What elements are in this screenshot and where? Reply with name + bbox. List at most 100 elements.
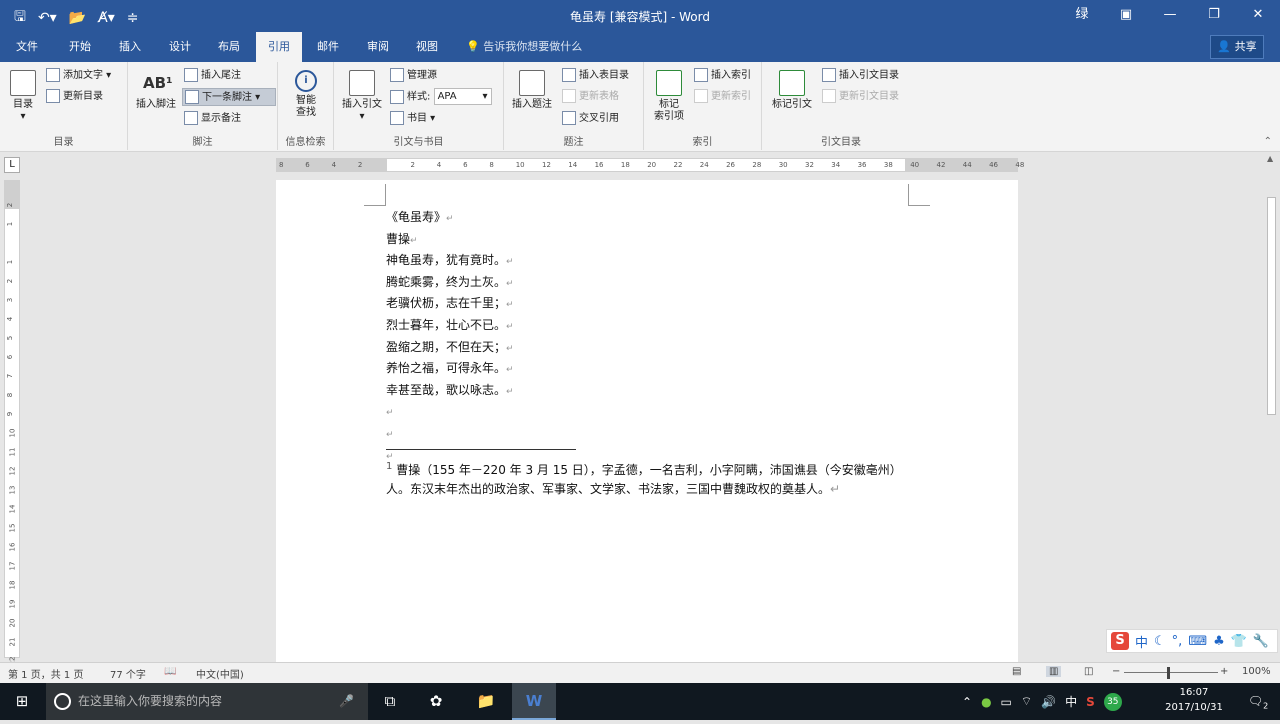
document-line[interactable]: 幸甚至哉，歌以咏志。↵: [386, 381, 514, 403]
insert-table-of-figures-button[interactable]: 插入表目录: [560, 67, 629, 85]
cross-reference-button[interactable]: 交叉引用: [560, 110, 619, 128]
share-button[interactable]: 👤 共享: [1210, 35, 1264, 59]
scroll-up-icon[interactable]: ▲: [1267, 154, 1273, 163]
show-hidden-icon[interactable]: ⌃: [962, 695, 972, 709]
add-text-button[interactable]: 添加文字 ▾: [44, 67, 111, 85]
search-box[interactable]: 在这里输入你要搜索的内容 🎤: [46, 683, 368, 720]
tray-app-icon[interactable]: ●: [981, 695, 991, 709]
ruler-tick: 42: [936, 161, 946, 169]
document-line[interactable]: 烈士暮年，壮心不已。↵: [386, 316, 514, 338]
group-toc: 目录 ▾ 添加文字 ▾ 更新目录 目录: [0, 62, 128, 150]
tab-references[interactable]: 引用: [256, 32, 302, 63]
ime-toolbar[interactable]: S 中 ☾ °, ⌨ ♣ 👕 🔧: [1106, 629, 1278, 653]
insert-toa-button[interactable]: 插入引文目录: [820, 67, 899, 85]
tab-layout[interactable]: 布局: [207, 32, 251, 62]
ruler-tick: 8: [489, 161, 494, 169]
moon-icon[interactable]: ☾: [1154, 634, 1166, 649]
insert-footnote-button[interactable]: AB¹ 插入脚注: [132, 70, 180, 111]
document-line[interactable]: 《龟虽寿》↵: [386, 208, 514, 230]
horizontal-ruler[interactable]: 8 6 4 2 2 4 6 8 10 12 14 16 18 20 22 24 26 28 30 32 34 36 38 40…: [276, 158, 1024, 172]
document-body[interactable]: 《龟虽寿》↵ 曹操↵ 神龟虽寿，犹有竟时。↵ 腾蛇乘雾，终为土灰。↵ 老骥伏枥，志在千里…: [386, 208, 514, 467]
zoom-in-icon[interactable]: +: [1220, 666, 1228, 677]
document-page[interactable]: 《龟虽寿》↵ 曹操↵ 神龟虽寿，犹有竟时。↵ 腾蛇乘雾，终为土灰。↵ 老骥伏枥，志在千里…: [276, 180, 1018, 662]
tab-mailings[interactable]: 邮件: [306, 32, 350, 62]
next-footnote-button[interactable]: 下一条脚注 ▾: [182, 88, 276, 106]
document-line[interactable]: ↵: [386, 424, 514, 446]
citation-style-select[interactable]: APA ▾: [433, 88, 492, 105]
document-line[interactable]: 曹操↵: [386, 230, 514, 252]
zoom-out-icon[interactable]: −: [1112, 666, 1120, 677]
language[interactable]: 中文(中国): [196, 666, 244, 681]
tell-me-box[interactable]: 💡 告诉我你想要做什么: [466, 32, 582, 62]
file-explorer-icon[interactable]: 📁: [464, 683, 508, 720]
network-icon[interactable]: ⌔: [1021, 694, 1032, 709]
zoom-level[interactable]: 100%: [1242, 666, 1271, 677]
document-line[interactable]: 老骥伏枥，志在千里；↵: [386, 294, 514, 316]
document-line[interactable]: 神龟虽寿，犹有竟时。↵: [386, 251, 514, 273]
user-initial[interactable]: 绿: [1060, 0, 1104, 30]
mark-citation-button[interactable]: 标记引文: [766, 70, 818, 111]
document-line[interactable]: 养怡之福，可得永年。↵: [386, 359, 514, 381]
notification-badge[interactable]: 35: [1103, 692, 1122, 711]
tab-home[interactable]: 开始: [56, 32, 104, 62]
proofing-icon[interactable]: 📖: [164, 666, 176, 677]
tab-view[interactable]: 视图: [405, 32, 449, 62]
skin-icon[interactable]: ♣: [1213, 634, 1225, 649]
zoom-slider-handle[interactable]: [1167, 667, 1170, 679]
document-line[interactable]: ↵: [386, 402, 514, 424]
clock[interactable]: 16:07 2017/10/31: [1162, 685, 1226, 715]
minimize-icon[interactable]: —: [1148, 0, 1192, 30]
task-view-icon[interactable]: ⧉: [368, 683, 412, 720]
tab-design[interactable]: 设计: [158, 32, 202, 62]
print-layout-icon[interactable]: ▥: [1046, 666, 1062, 677]
page-count[interactable]: 第 1 页，共 1 页: [8, 666, 83, 681]
smart-lookup-button[interactable]: i 智能 查找: [284, 70, 328, 119]
ime-language[interactable]: 中: [1065, 693, 1077, 710]
toc-button[interactable]: 目录 ▾: [6, 70, 40, 123]
sogou-tray-icon[interactable]: S: [1086, 695, 1095, 709]
tab-review[interactable]: 审阅: [356, 32, 400, 62]
paragraph-mark: ↵: [446, 214, 454, 224]
insert-citation-button[interactable]: 插入引文 ▾: [338, 70, 386, 123]
document-line[interactable]: 腾蛇乘雾，终为土灰。↵: [386, 273, 514, 295]
update-toc-button[interactable]: 更新目录: [44, 88, 103, 106]
wrench-icon[interactable]: 🔧: [1253, 634, 1269, 649]
vertical-ruler[interactable]: 2 1 1 2 3 4 5 6 7 8 9 10 11 12 13 14 15 16 17 18 19 20 21 22: [4, 180, 20, 665]
show-notes-button[interactable]: 显示备注: [182, 110, 241, 128]
manage-sources-button[interactable]: 管理源: [388, 67, 437, 85]
word-app-icon[interactable]: W: [512, 683, 556, 720]
tab-insert[interactable]: 插入: [108, 32, 152, 62]
document-line[interactable]: 盈缩之期，不但在天；↵: [386, 338, 514, 360]
close-icon[interactable]: ✕: [1236, 0, 1280, 30]
insert-index-button[interactable]: 插入索引: [692, 67, 751, 85]
scroll-thumb[interactable]: [1267, 197, 1276, 415]
insert-endnote-button[interactable]: 插入尾注: [182, 67, 241, 85]
update-table-button[interactable]: 更新表格: [560, 88, 619, 106]
volume-icon[interactable]: 🔊: [1041, 695, 1056, 709]
footnote-text[interactable]: 1 曹操（155 年－220 年 3 月 15 日），字孟德，一名吉利，小字阿瞒…: [386, 458, 916, 498]
keyboard-icon[interactable]: ⌨: [1188, 634, 1207, 649]
web-layout-icon[interactable]: ◫: [1084, 666, 1093, 677]
read-mode-icon[interactable]: ▤: [1012, 666, 1021, 677]
insert-caption-button[interactable]: 插入题注: [508, 70, 556, 111]
microphone-icon[interactable]: 🎤: [339, 683, 354, 720]
battery-icon[interactable]: ▭: [1001, 695, 1012, 709]
restore-icon[interactable]: ❐: [1192, 0, 1236, 30]
zoom-slider[interactable]: [1124, 672, 1218, 673]
mark-entry-button[interactable]: 标记 索引项: [648, 70, 690, 123]
tab-selector[interactable]: L: [4, 157, 20, 173]
tab-file[interactable]: 文件: [6, 32, 48, 62]
shirt-icon[interactable]: 👕: [1231, 634, 1247, 649]
action-center-icon[interactable]: 🗨2: [1236, 683, 1280, 720]
update-index-button[interactable]: 更新索引: [692, 88, 751, 106]
windows-start-icon[interactable]: ⊞: [0, 683, 44, 720]
collapse-ribbon-icon[interactable]: ⌃: [1264, 136, 1272, 147]
ribbon-display-icon[interactable]: ▣: [1104, 0, 1148, 30]
word-count[interactable]: 77 个字: [110, 666, 146, 681]
vertical-scrollbar[interactable]: ▲: [1264, 152, 1280, 662]
insert-toa-icon: [822, 68, 836, 82]
punctuation-icon[interactable]: °,: [1172, 634, 1183, 649]
pinned-app-icon[interactable]: ✿: [414, 683, 458, 720]
bibliography-button[interactable]: 书目 ▾: [388, 110, 435, 128]
update-toa-button[interactable]: 更新引文目录: [820, 88, 899, 106]
